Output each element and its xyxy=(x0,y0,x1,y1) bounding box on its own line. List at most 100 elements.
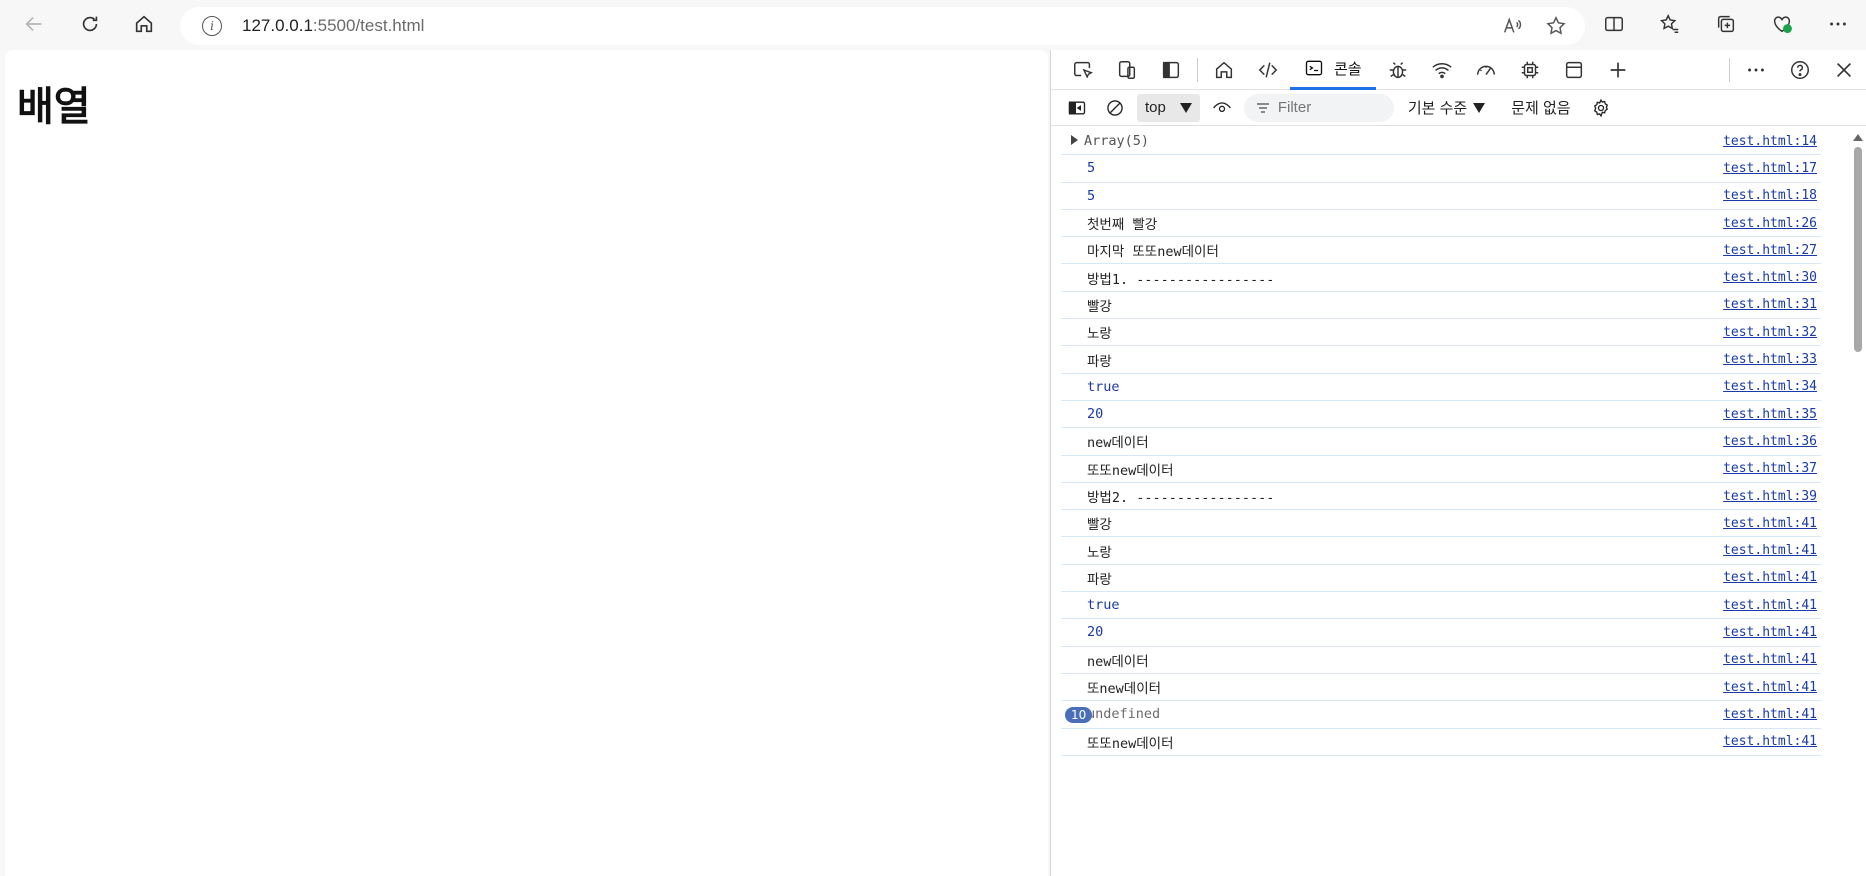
customize-devtools-button[interactable] xyxy=(1734,50,1778,90)
favorites-button[interactable] xyxy=(1642,2,1698,46)
object-preview: Array(5) xyxy=(1084,133,1150,150)
live-expression-button[interactable] xyxy=(1206,92,1238,124)
wifi-icon xyxy=(1431,62,1452,78)
tab-sources[interactable] xyxy=(1376,50,1420,90)
context-value: top xyxy=(1145,99,1166,116)
console-row: 노랑 test.html:41 xyxy=(1061,537,1821,565)
chip-icon xyxy=(1521,61,1538,78)
tab-elements[interactable] xyxy=(1246,50,1290,90)
console-message: true xyxy=(1087,378,1120,395)
tab-performance[interactable] xyxy=(1464,50,1508,90)
url-text: 127.0.0.1:5500/test.html xyxy=(242,16,425,35)
console-message: 5 xyxy=(1087,187,1096,204)
source-link[interactable]: test.html:41 xyxy=(1723,707,1821,722)
close-devtools-button[interactable] xyxy=(1822,50,1866,90)
tab-welcome[interactable] xyxy=(1202,50,1246,90)
dock-side-button[interactable] xyxy=(1149,50,1193,90)
console-message: new데이터 xyxy=(1087,653,1149,670)
source-link[interactable]: test.html:41 xyxy=(1723,680,1821,695)
gauge-icon xyxy=(1476,65,1495,75)
console-message: undefined xyxy=(1087,706,1161,723)
favorite-star-icon[interactable] xyxy=(1545,15,1567,37)
console-row: 또new데이터 test.html:41 xyxy=(1061,674,1821,702)
tab-console-label: 콘솔 xyxy=(1334,59,1362,78)
expand-triangle-icon[interactable] xyxy=(1071,135,1078,146)
tab-separator xyxy=(1197,57,1198,82)
collections-button[interactable] xyxy=(1698,2,1754,46)
source-link[interactable]: test.html:18 xyxy=(1723,188,1821,203)
console-message: true xyxy=(1087,597,1120,614)
console-message: 방법2. ----------------- xyxy=(1087,490,1275,506)
source-link[interactable]: test.html:41 xyxy=(1723,543,1821,558)
source-link[interactable]: test.html:27 xyxy=(1723,243,1821,258)
source-link[interactable]: test.html:26 xyxy=(1723,216,1821,231)
console-message: 마지막 또또new데이터 xyxy=(1087,244,1219,261)
scroll-up-arrow[interactable] xyxy=(1853,134,1863,141)
inspect-button[interactable] xyxy=(1061,50,1105,90)
plus-icon xyxy=(1610,62,1625,77)
source-link[interactable]: test.html:34 xyxy=(1723,379,1821,394)
source-link[interactable]: test.html:41 xyxy=(1723,570,1821,585)
console-row: 마지막 또또new데이터 test.html:27 xyxy=(1061,237,1821,265)
help-icon xyxy=(1791,60,1809,79)
log-level-selector[interactable]: 기본 수준 xyxy=(1408,97,1486,118)
source-link[interactable]: test.html:30 xyxy=(1723,270,1821,285)
source-link[interactable]: test.html:33 xyxy=(1723,352,1821,367)
console-message: 또또new데이터 xyxy=(1087,735,1174,752)
source-link[interactable]: test.html:37 xyxy=(1723,461,1821,476)
source-link[interactable]: test.html:41 xyxy=(1723,516,1821,531)
console-row: 빨강 test.html:31 xyxy=(1061,292,1821,320)
source-link[interactable]: test.html:31 xyxy=(1723,297,1821,312)
tab-memory[interactable] xyxy=(1508,50,1552,90)
show-sidebar-button[interactable] xyxy=(1061,92,1093,124)
repeat-count-badge: 10 xyxy=(1065,707,1093,724)
console-message[interactable]: Array(5) xyxy=(1061,133,1723,149)
split-screen-button[interactable] xyxy=(1586,2,1642,46)
console-row: true test.html:34 xyxy=(1061,374,1821,401)
address-bar[interactable]: i 127.0.0.1:5500/test.html xyxy=(180,7,1585,45)
console-row: Array(5) test.html:14 xyxy=(1061,128,1821,156)
device-icon xyxy=(1118,60,1136,79)
tab-application[interactable] xyxy=(1552,50,1596,90)
issues-counter[interactable]: 문제 없음 xyxy=(1511,97,1570,118)
settings-more-button[interactable] xyxy=(1810,2,1866,46)
eye-icon xyxy=(1212,101,1231,112)
filter-input[interactable] xyxy=(1277,99,1378,116)
refresh-button[interactable] xyxy=(68,2,112,46)
browser-essentials-button[interactable] xyxy=(1754,2,1810,46)
source-link[interactable]: test.html:36 xyxy=(1723,434,1821,449)
console-row: 또또new데이터 test.html:41 xyxy=(1061,729,1821,756)
console-row: new데이터 test.html:36 xyxy=(1061,428,1821,456)
console-scrollbar[interactable] xyxy=(1852,130,1864,876)
help-button[interactable] xyxy=(1778,50,1822,90)
source-link[interactable]: test.html:32 xyxy=(1723,325,1821,340)
filter-box[interactable] xyxy=(1243,93,1394,122)
tab-console[interactable]: 콘솔 xyxy=(1290,50,1376,90)
source-link[interactable]: test.html:35 xyxy=(1723,407,1821,422)
site-info-icon[interactable]: i xyxy=(202,16,222,36)
source-link[interactable]: test.html:14 xyxy=(1723,134,1821,149)
tab-network[interactable] xyxy=(1420,50,1464,90)
console-settings-button[interactable] xyxy=(1585,92,1617,124)
home-icon xyxy=(135,15,153,33)
device-emulation-button[interactable] xyxy=(1105,50,1149,90)
source-link[interactable]: test.html:41 xyxy=(1723,598,1821,613)
back-button[interactable] xyxy=(12,2,56,46)
source-link[interactable]: test.html:17 xyxy=(1723,161,1821,176)
scroll-thumb[interactable] xyxy=(1854,147,1862,352)
source-link[interactable]: test.html:41 xyxy=(1723,734,1821,749)
read-aloud-icon[interactable] xyxy=(1501,15,1523,37)
home-button[interactable] xyxy=(122,2,166,46)
console-toolbar: top 기본 수준 문제 없음 xyxy=(1051,90,1866,126)
source-link[interactable]: test.html:41 xyxy=(1723,652,1821,667)
console-row: 20 test.html:35 xyxy=(1061,401,1821,429)
collections-icon xyxy=(1717,15,1735,33)
context-selector[interactable]: top xyxy=(1137,93,1200,122)
console-row: 5 test.html:18 xyxy=(1061,183,1821,210)
console-row: 파랑 test.html:41 xyxy=(1061,565,1821,593)
clear-console-button[interactable] xyxy=(1099,92,1131,124)
source-link[interactable]: test.html:39 xyxy=(1723,489,1821,504)
source-link[interactable]: test.html:41 xyxy=(1723,625,1821,640)
more-tools-button[interactable] xyxy=(1596,50,1640,90)
favorites-icon xyxy=(1659,14,1679,33)
